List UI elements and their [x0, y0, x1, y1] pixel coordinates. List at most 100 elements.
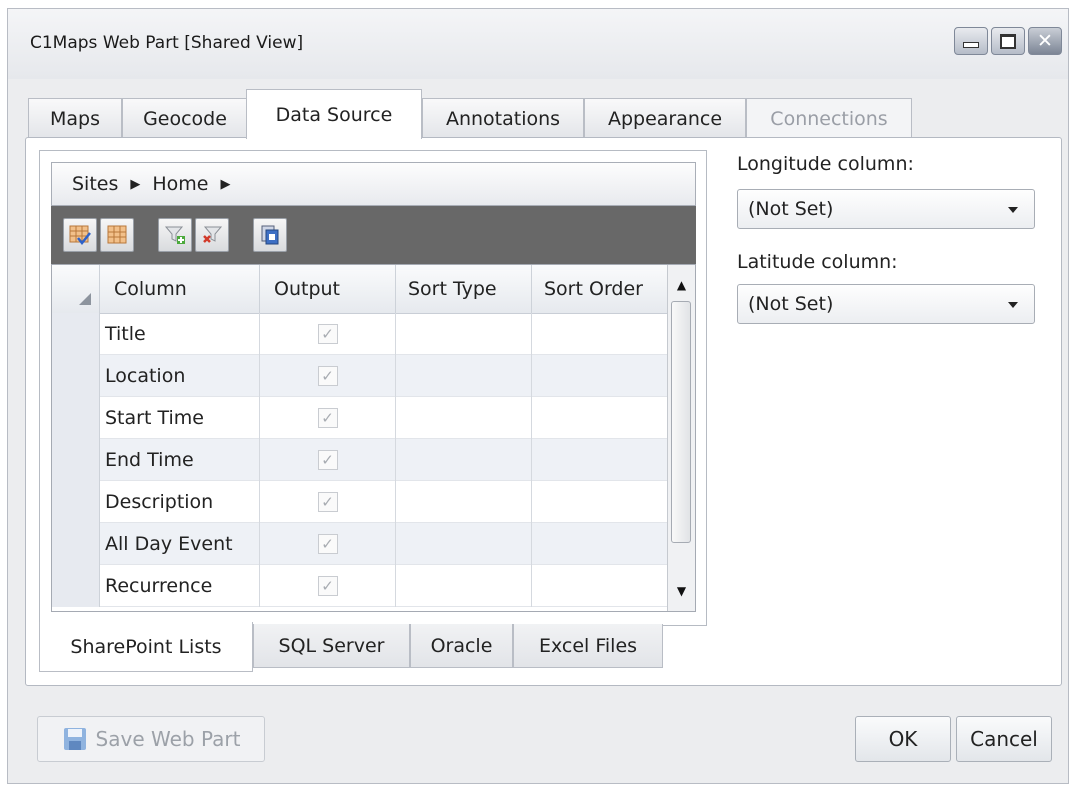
- cancel-button[interactable]: Cancel: [956, 716, 1052, 762]
- row-column-name: Location: [100, 355, 260, 397]
- table-row[interactable]: Location ✓: [52, 355, 678, 397]
- ok-button[interactable]: OK: [855, 716, 951, 762]
- remove-filter-button[interactable]: [195, 218, 229, 252]
- longitude-label: Longitude column:: [737, 153, 914, 175]
- grid-scrollbar[interactable]: ▲ ▼: [667, 265, 695, 611]
- sharepoint-list-browser: Sites ▶ Home ▶ Column Output Sort Type S…: [39, 150, 707, 626]
- output-checkbox[interactable]: ✓: [317, 492, 338, 512]
- table-row[interactable]: Start Time ✓: [52, 397, 678, 439]
- select-all-button[interactable]: [63, 218, 97, 252]
- save-icon: [63, 728, 86, 750]
- row-sort-order[interactable]: [532, 313, 678, 355]
- row-selector[interactable]: [52, 397, 100, 439]
- tab-data-source[interactable]: Data Source: [246, 89, 422, 139]
- maximize-button[interactable]: [991, 27, 1025, 55]
- close-button[interactable]: ✕: [1028, 27, 1062, 55]
- scroll-up-icon[interactable]: ▲: [668, 271, 695, 299]
- row-sort-order[interactable]: [532, 355, 678, 397]
- tab-maps[interactable]: Maps: [28, 98, 122, 138]
- row-sort-type[interactable]: [396, 313, 532, 355]
- row-sort-order[interactable]: [532, 565, 678, 607]
- latitude-select[interactable]: (Not Set): [737, 284, 1035, 324]
- row-sort-order[interactable]: [532, 481, 678, 523]
- header-output[interactable]: Output: [260, 265, 396, 313]
- row-sort-type[interactable]: [396, 523, 532, 565]
- row-sort-type[interactable]: [396, 565, 532, 607]
- clear-columns-icon: [107, 225, 127, 244]
- add-filter-icon: [164, 226, 185, 244]
- breadcrumb-home-label: Home: [152, 173, 209, 195]
- table-row[interactable]: Recurrence ✓: [52, 565, 678, 607]
- tab-sql-server[interactable]: SQL Server: [253, 624, 410, 668]
- header-column[interactable]: Column: [100, 265, 260, 313]
- chevron-down-icon: [1008, 302, 1018, 308]
- longitude-select[interactable]: (Not Set): [737, 189, 1035, 229]
- output-checkbox[interactable]: ✓: [317, 366, 338, 386]
- chevron-right-icon: ▶: [220, 176, 231, 192]
- chevron-right-icon: ▶: [130, 176, 141, 192]
- scroll-down-icon[interactable]: ▼: [668, 577, 695, 605]
- breadcrumb-item-sites[interactable]: Sites ▶: [72, 173, 152, 195]
- table-row[interactable]: All Day Event ✓: [52, 523, 678, 565]
- row-selector[interactable]: [52, 439, 100, 481]
- save-web-part-button: Save Web Part: [37, 716, 265, 762]
- row-selector[interactable]: [52, 523, 100, 565]
- breadcrumb-item-home[interactable]: Home ▶: [152, 173, 242, 195]
- output-checkbox[interactable]: ✓: [317, 450, 338, 470]
- row-sort-order[interactable]: [532, 397, 678, 439]
- tab-connections: Connections: [746, 98, 912, 138]
- window-controls: ✕: [954, 27, 1062, 55]
- select-all-columns-icon: [69, 225, 91, 246]
- table-row[interactable]: End Time ✓: [52, 439, 678, 481]
- row-sort-type[interactable]: [396, 397, 532, 439]
- row-selector[interactable]: [52, 355, 100, 397]
- query-icon: [261, 225, 279, 245]
- tab-excel-files[interactable]: Excel Files: [513, 624, 663, 668]
- row-column-name: Description: [100, 481, 260, 523]
- row-sort-type[interactable]: [396, 355, 532, 397]
- output-checkbox[interactable]: ✓: [317, 408, 338, 428]
- query-button[interactable]: [253, 218, 287, 252]
- header-sort-order[interactable]: Sort Order: [532, 265, 678, 313]
- grid-header: Column Output Sort Type Sort Order: [52, 265, 678, 314]
- scroll-thumb[interactable]: [671, 301, 691, 543]
- breadcrumb-sites-label: Sites: [72, 173, 119, 195]
- tab-appearance[interactable]: Appearance: [584, 98, 746, 138]
- tab-geocode[interactable]: Geocode: [122, 98, 248, 138]
- row-selector[interactable]: [52, 313, 100, 355]
- close-icon: ✕: [1037, 29, 1053, 52]
- row-sort-type[interactable]: [396, 439, 532, 481]
- table-row[interactable]: Title ✓: [52, 313, 678, 355]
- row-column-name: Recurrence: [100, 565, 260, 607]
- columns-grid: Column Output Sort Type Sort Order Title…: [51, 264, 696, 612]
- clear-columns-button[interactable]: [100, 218, 134, 252]
- row-column-name: Start Time: [100, 397, 260, 439]
- latitude-label: Latitude column:: [737, 251, 898, 273]
- row-column-name: End Time: [100, 439, 260, 481]
- minimize-button[interactable]: [954, 27, 988, 55]
- row-column-name: All Day Event: [100, 523, 260, 565]
- breadcrumb: Sites ▶ Home ▶: [51, 162, 696, 206]
- title-bar[interactable]: C1Maps Web Part [Shared View] ✕: [8, 9, 1068, 79]
- row-sort-order[interactable]: [532, 523, 678, 565]
- tab-annotations[interactable]: Annotations: [422, 98, 584, 138]
- row-selector[interactable]: [52, 565, 100, 607]
- row-sort-type[interactable]: [396, 481, 532, 523]
- tab-oracle[interactable]: Oracle: [410, 624, 513, 668]
- dialog-window: C1Maps Web Part [Shared View] ✕ Maps Geo…: [7, 8, 1069, 784]
- row-sort-order[interactable]: [532, 439, 678, 481]
- maximize-icon: [1000, 33, 1016, 49]
- remove-filter-icon: [203, 226, 223, 243]
- tab-sharepoint-lists[interactable]: SharePoint Lists: [39, 622, 253, 672]
- row-selector[interactable]: [52, 481, 100, 523]
- output-checkbox[interactable]: ✓: [317, 324, 338, 344]
- save-web-part-label: Save Web Part: [95, 727, 241, 751]
- add-filter-button[interactable]: [158, 218, 192, 252]
- table-row[interactable]: Description ✓: [52, 481, 678, 523]
- output-checkbox[interactable]: ✓: [317, 576, 338, 596]
- grid-corner-icon[interactable]: [52, 265, 100, 313]
- data-source-panel: Sites ▶ Home ▶ Column Output Sort Type S…: [25, 137, 1062, 686]
- window-title: C1Maps Web Part [Shared View]: [30, 33, 304, 53]
- header-sort-type[interactable]: Sort Type: [396, 265, 532, 313]
- output-checkbox[interactable]: ✓: [317, 534, 338, 554]
